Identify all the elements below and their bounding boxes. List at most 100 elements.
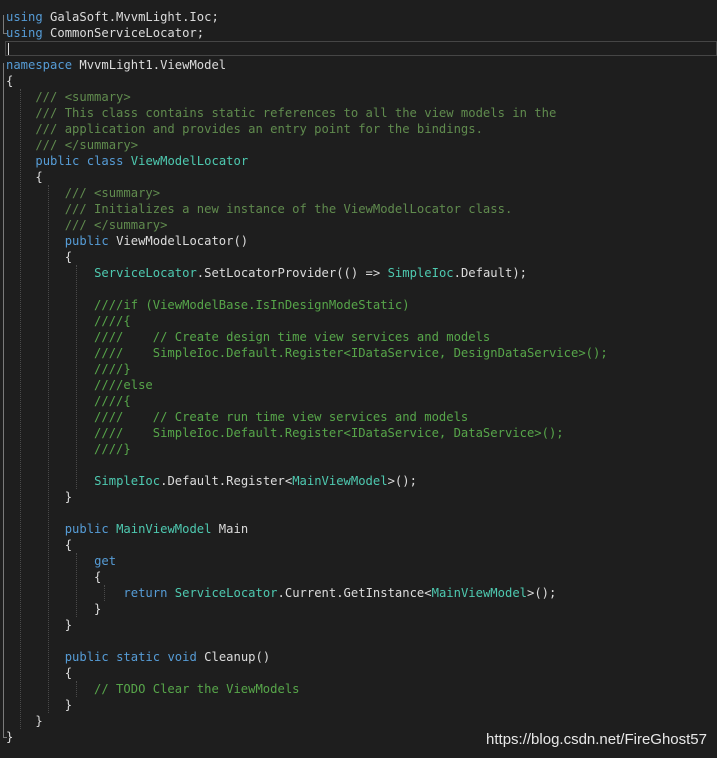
code-line-text: using GalaSoft.MvvmLight.Ioc; [6,9,219,25]
code-line-text: /// <summary> [6,185,160,201]
code-line[interactable]: /// <summary> [0,89,717,105]
code-line[interactable]: using GalaSoft.MvvmLight.Ioc; [0,9,717,25]
code-token: public [35,154,80,168]
code-line[interactable]: ////{ [0,393,717,409]
code-line[interactable]: { [0,73,717,89]
code-line[interactable]: /// </summary> [0,137,717,153]
code-token: ////{ [6,314,131,328]
code-token: { [6,250,73,264]
code-line-text: public class ViewModelLocator [6,153,248,169]
code-line-text: } [6,489,72,505]
code-token: MainViewModel [292,474,388,488]
code-token: { [6,538,73,552]
code-token: MainViewModel [116,522,212,536]
code-line[interactable]: { [0,569,717,585]
code-line[interactable]: { [0,537,717,553]
code-line-text: ////{ [6,393,131,409]
code-line-text: public static void Cleanup() [6,649,270,665]
code-line[interactable]: } [0,617,717,633]
code-token: //// // Create design time view services… [6,330,491,344]
code-line-text: } [6,617,72,633]
indent-guide [76,553,77,617]
code-line[interactable] [0,633,717,649]
code-line[interactable]: using CommonServiceLocator; [0,25,717,41]
code-line[interactable]: namespace MvvmLight1.ViewModel [0,57,717,73]
code-line[interactable] [0,505,717,521]
code-editor[interactable]: using GalaSoft.MvvmLight.Ioc; using Commo… [0,0,717,758]
code-line[interactable]: SimpleIoc.Default.Register<MainViewModel… [0,473,717,489]
code-token: .Current.GetInstance< [277,586,432,600]
code-line[interactable]: //// // Create design time view services… [0,329,717,345]
code-line[interactable]: //// SimpleIoc.Default.Register<IDataSer… [0,345,717,361]
indent-guide [48,185,49,713]
code-line[interactable]: } [0,489,717,505]
code-line-text: namespace MvvmLight1.ViewModel [6,57,226,73]
code-line[interactable]: { [0,169,717,185]
code-token: namespace [6,58,73,72]
code-line[interactable]: // TODO Clear the ViewModels [0,681,717,697]
code-line[interactable]: ////if (ViewModelBase.IsInDesignModeStat… [0,297,717,313]
code-line[interactable]: /// Initializes a new instance of the Vi… [0,201,717,217]
code-line[interactable]: /// application and provides an entry po… [0,121,717,137]
code-line[interactable]: return ServiceLocator.Current.GetInstanc… [0,585,717,601]
code-token: ////} [6,362,131,376]
code-line[interactable] [0,41,717,57]
code-line-text: /// <summary> [6,89,130,105]
code-token: /// application and provides an entry po… [6,122,483,136]
code-line-text: ////if (ViewModelBase.IsInDesignModeStat… [6,297,410,313]
code-line[interactable]: } [0,713,717,729]
code-line[interactable]: public static void Cleanup() [0,649,717,665]
code-token: .SetLocatorProvider(() => [196,266,388,280]
code-line-text: ServiceLocator.SetLocatorProvider(() => … [6,265,527,281]
code-line[interactable]: { [0,249,717,265]
code-line[interactable]: public ViewModelLocator() [0,233,717,249]
code-line[interactable]: //// // Create run time view services an… [0,409,717,425]
code-token: using [6,10,43,24]
code-line-text: ////else [6,377,153,393]
code-line-text: { [6,73,13,89]
code-line-text: { [6,169,42,185]
code-token: ////{ [6,394,131,408]
code-line[interactable]: ////} [0,441,717,457]
code-token: SimpleIoc [387,266,454,280]
code-line[interactable]: { [0,665,717,681]
code-line[interactable]: ////{ [0,313,717,329]
code-token: ViewModelLocator [130,154,249,168]
code-token: >(); [387,474,417,488]
code-line[interactable]: } [0,697,717,713]
code-line[interactable]: public MainViewModel Main [0,521,717,537]
code-line-text: public ViewModelLocator() [6,233,248,249]
code-line[interactable]: } [0,601,717,617]
code-token: get [94,554,117,568]
code-line[interactable]: /// </summary> [0,217,717,233]
code-line[interactable]: ////} [0,361,717,377]
code-line-text: { [6,249,72,265]
code-token: /// </summary> [6,138,139,152]
indent-guide [76,681,77,697]
code-line[interactable]: /// This class contains static reference… [0,105,717,121]
code-token: public [64,650,109,664]
code-line[interactable]: //// SimpleIoc.Default.Register<IDataSer… [0,425,717,441]
code-line[interactable]: get [0,553,717,569]
code-line[interactable]: public class ViewModelLocator [0,153,717,169]
code-line[interactable] [0,457,717,473]
code-line[interactable] [0,281,717,297]
code-token: Cleanup() [196,650,271,664]
code-line-text: } [6,697,72,713]
code-token: ViewModelLocator() [108,234,249,248]
code-line[interactable]: /// <summary> [0,185,717,201]
code-token: void [167,650,197,664]
indent-guide [76,265,77,489]
code-line-text: /// </summary> [6,217,168,233]
code-token: public [64,522,109,536]
code-token: MvvmLight1.ViewModel [72,58,227,72]
code-line[interactable]: ////else [0,377,717,393]
code-line[interactable]: ServiceLocator.SetLocatorProvider(() => … [0,265,717,281]
